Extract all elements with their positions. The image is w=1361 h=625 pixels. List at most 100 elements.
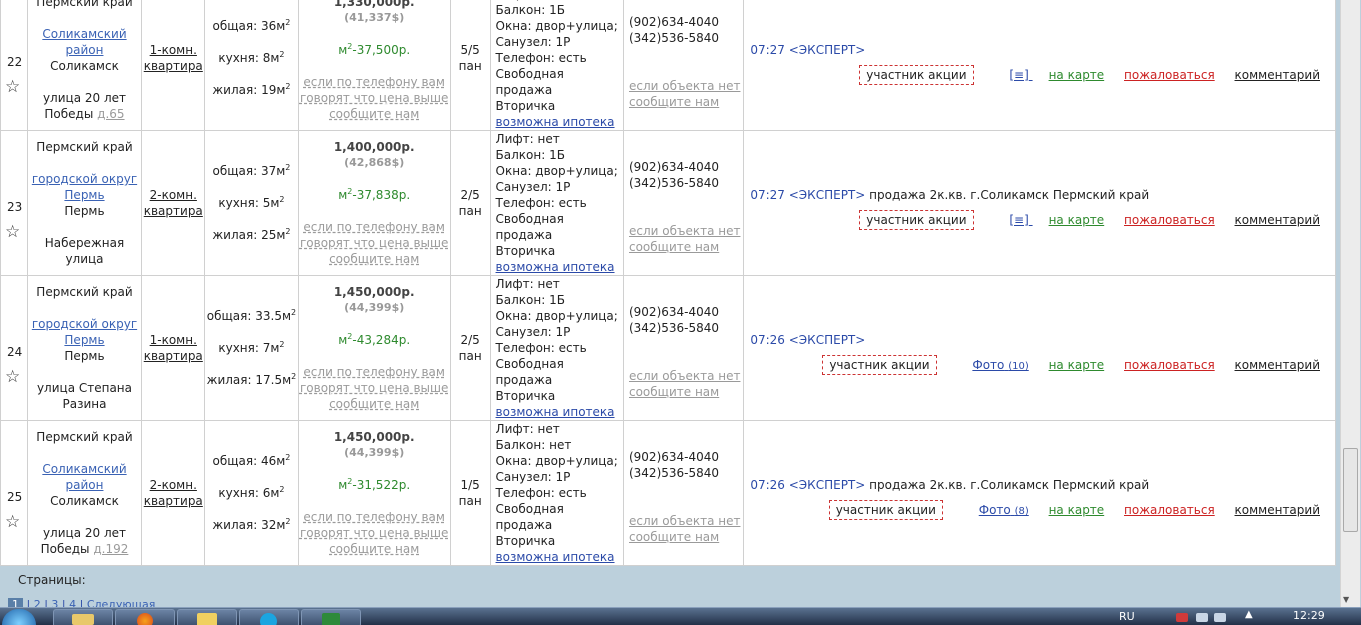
taskbar-skype-button[interactable] (239, 609, 299, 625)
rooms-link[interactable]: квартира (143, 203, 204, 219)
property-info-line: Свободная продажа (495, 502, 564, 532)
price-report-note: сообщите нам (329, 252, 420, 266)
agency-name[interactable]: <ЭКСПЕРТ> (789, 188, 866, 202)
phone-report-note[interactable]: сообщите нам (629, 239, 743, 255)
skype-icon (260, 613, 277, 625)
area-kitchen: кухня: 7м (218, 341, 280, 355)
taskbar-explorer-button[interactable] (53, 609, 113, 625)
pager-page-2[interactable]: 2 (34, 598, 41, 607)
favorite-star-icon[interactable]: ☆ (5, 224, 20, 241)
pager-next[interactable]: Следующая (87, 598, 156, 607)
floor-info: 2/5 (460, 188, 480, 202)
favorite-star-icon[interactable]: ☆ (5, 79, 20, 96)
district-link[interactable]: Соликамский (28, 461, 141, 477)
rooms-link[interactable]: квартира (143, 493, 204, 509)
phone-number: (902)634-4040 (628, 305, 720, 319)
complain-link[interactable]: пожаловаться (1124, 503, 1215, 517)
promo-badge[interactable]: участник акции (822, 355, 937, 375)
pager-page-4[interactable]: 4 (69, 598, 76, 607)
start-button[interactable] (2, 609, 36, 625)
complain-link[interactable]: пожаловаться (1124, 358, 1215, 372)
complain-link[interactable]: пожаловаться (1124, 213, 1215, 227)
rooms-link[interactable]: 1-комн. (143, 332, 204, 348)
on-map-link[interactable]: на карте (1049, 68, 1105, 82)
property-info-line: Окна: двор+улица; (495, 454, 618, 468)
area-living: жилая: 17.5м (206, 373, 292, 387)
price-per-m2: м2-31,522р. (338, 477, 411, 493)
rooms-link[interactable]: 2-комн. (143, 187, 204, 203)
tray-volume-icon[interactable] (1214, 613, 1226, 622)
taskbar-excel-button[interactable] (301, 609, 361, 625)
agency-name[interactable]: <ЭКСПЕРТ> (789, 333, 866, 347)
mortgage-link[interactable]: возможна ипотека (496, 405, 615, 419)
price-per-m2: м2-37,838р. (338, 187, 411, 203)
tray-expand-arrow-icon[interactable]: ▲ (1245, 609, 1253, 620)
taskbar-clock-app-button[interactable] (177, 609, 237, 625)
tray-network-icon[interactable] (1196, 613, 1208, 622)
area-cell: общая: 36м2 кухня: 8м2 жилая: 19м2 (204, 0, 299, 131)
house-number-link[interactable]: д.192 (93, 542, 128, 556)
district-link[interactable]: район (28, 477, 141, 493)
phone-report-note[interactable]: если объекта нет (629, 78, 743, 94)
photos-link[interactable]: Фото (8) (963, 503, 1029, 517)
complain-link[interactable]: пожаловаться (1124, 68, 1215, 82)
scrollbar-thumb[interactable] (1343, 448, 1358, 532)
phone-report-note[interactable]: если объекта нет (629, 513, 743, 529)
pager-page-3[interactable]: 3 (51, 598, 58, 607)
price-per-m2: м2-43,284р. (338, 332, 411, 348)
photos-link[interactable]: [≡] (993, 68, 1032, 82)
on-map-link[interactable]: на карте (1049, 213, 1105, 227)
promo-badge[interactable]: участник акции (859, 65, 974, 85)
region: Пермский край (36, 0, 133, 9)
phone-report-note[interactable]: сообщите нам (629, 384, 743, 400)
photos-link[interactable]: [≡] (993, 213, 1032, 227)
district-link[interactable]: Пермь (28, 187, 141, 203)
phone-report-note[interactable]: сообщите нам (629, 94, 743, 110)
comment-link[interactable]: комментарий (1235, 213, 1320, 227)
favorite-star-icon[interactable]: ☆ (5, 369, 20, 386)
floor-cell: 5/5 пан (449, 0, 491, 131)
district-link[interactable]: городской округ (28, 171, 141, 187)
phone-number: (902)634-4040 (628, 15, 720, 29)
mortgage-link[interactable]: возможна ипотека (496, 260, 615, 274)
comment-link[interactable]: комментарий (1235, 358, 1320, 372)
district-link[interactable]: Соликамский (28, 26, 141, 42)
system-clock[interactable]: 12:29 (1293, 609, 1325, 622)
location-cell: Пермский край городской округ Пермь Пермь… (26, 130, 143, 276)
rooms-link[interactable]: 1-комн. (143, 42, 204, 58)
phone-report-note[interactable]: сообщите нам (629, 529, 743, 545)
district-link[interactable]: Пермь (28, 332, 141, 348)
promo-badge[interactable]: участник акции (828, 500, 943, 520)
property-info-line: Окна: двор+улица; (495, 164, 618, 178)
photos-link[interactable]: Фото (10) (956, 358, 1028, 372)
description: продажа 2к.кв. г.Соликамск Пермский край (869, 188, 1150, 202)
district-link[interactable]: городской округ (28, 316, 141, 332)
phone-report-note[interactable]: если объекта нет (629, 368, 743, 384)
agency-name[interactable]: <ЭКСПЕРТ> (789, 478, 866, 492)
keyboard-language-indicator[interactable]: RU (1119, 610, 1135, 623)
taskbar-firefox-button[interactable] (115, 609, 175, 625)
comment-link[interactable]: комментарий (1235, 503, 1320, 517)
mortgage-link[interactable]: возможна ипотека (496, 115, 615, 129)
favorite-star-icon[interactable]: ☆ (5, 514, 20, 531)
row-number: 24 (7, 345, 23, 359)
rooms-link[interactable]: квартира (143, 348, 204, 364)
vertical-scrollbar[interactable]: ▼ (1340, 0, 1360, 607)
property-info-line: Вторичка (495, 99, 556, 113)
property-info-line: Санузел: 1Р (495, 35, 571, 49)
house-number-link[interactable]: д.65 (97, 107, 124, 121)
agency-name[interactable]: <ЭКСПЕРТ> (789, 43, 866, 57)
pager-current-page[interactable]: 1 (8, 598, 23, 607)
promo-badge[interactable]: участник акции (859, 210, 974, 230)
district-link[interactable]: район (28, 42, 141, 58)
scroll-down-arrow-icon[interactable]: ▼ (1343, 595, 1349, 604)
rooms-link[interactable]: 2-комн. (143, 477, 204, 493)
price-cell: 1,330,000р. (41,337$) м2-37,500р. если п… (297, 0, 451, 131)
rooms-link[interactable]: квартира (143, 58, 204, 74)
phone-report-note[interactable]: если объекта нет (629, 223, 743, 239)
on-map-link[interactable]: на карте (1049, 358, 1105, 372)
tray-app-icon[interactable] (1176, 613, 1188, 622)
mortgage-link[interactable]: возможна ипотека (496, 550, 615, 564)
on-map-link[interactable]: на карте (1049, 503, 1105, 517)
comment-link[interactable]: комментарий (1235, 68, 1320, 82)
